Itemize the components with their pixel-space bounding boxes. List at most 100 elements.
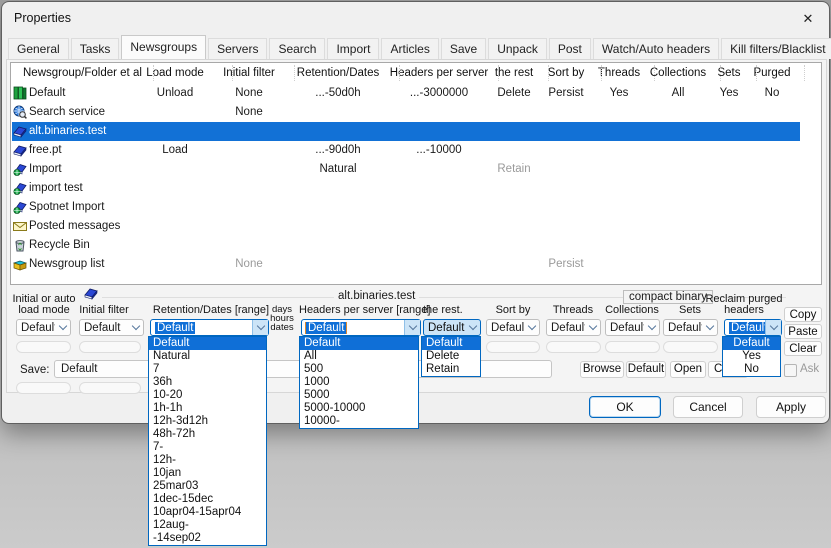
headers-dropdown-list[interactable]: DefaultAll500100050005000-1000010000- [299, 336, 419, 429]
tab-articles[interactable]: Articles [381, 38, 438, 59]
apply-button[interactable]: Apply [756, 396, 826, 418]
retention-dropdown-list[interactable]: DefaultNatural736h10-201h-1h12h-3d12h48h… [148, 336, 267, 546]
table-row[interactable]: import test [11, 179, 821, 198]
dropdown-item[interactable]: 1h-1h [149, 402, 266, 415]
column-header-collections[interactable]: Collections [650, 63, 706, 83]
tab-tasks[interactable]: Tasks [71, 38, 120, 59]
dropdown-item[interactable]: Natural [149, 350, 266, 363]
cell-retention: ...-90d0h [315, 141, 360, 160]
clear-button[interactable]: Clear [784, 341, 822, 356]
dropdown-item[interactable]: 10apr04-15apr04 [149, 506, 266, 519]
tab-general[interactable]: General [8, 38, 69, 59]
table-row[interactable]: free.ptLoad...-90d0h...-10000 [11, 141, 821, 160]
chevron-down-icon [465, 320, 480, 335]
headers-label: Headers per server [range] [299, 305, 423, 316]
table-row[interactable]: Posted messages [11, 217, 821, 236]
column-header-purged[interactable]: Purged [753, 63, 790, 83]
column-header-threads[interactable]: Threads [598, 63, 640, 83]
dropdown-item[interactable]: Delete [422, 350, 480, 363]
dropdown-item[interactable]: 48h-72h [149, 428, 266, 441]
dropdown-item[interactable]: All [300, 350, 418, 363]
dropdown-item[interactable]: 1000 [300, 376, 418, 389]
column-header-retention[interactable]: Retention/Dates [297, 63, 379, 83]
reclaim-combobox[interactable]: Default [724, 319, 782, 336]
dropdown-item[interactable]: 10-20 [149, 389, 266, 402]
header-separator [756, 65, 757, 81]
title-bar[interactable]: Properties ✕ [4, 4, 829, 36]
the-rest-dropdown-list[interactable]: DefaultDeleteRetain [421, 336, 481, 377]
column-header-initial_filter[interactable]: Initial filter [223, 63, 275, 83]
table-row[interactable]: ImportNaturalRetain [11, 160, 821, 179]
load-mode-label: Initial or auto load mode [12, 294, 76, 315]
tab-unpack[interactable]: Unpack [488, 38, 547, 59]
column-header-headers[interactable]: Headers per server [390, 63, 488, 83]
cell-sets: Yes [720, 84, 739, 103]
column-header-sort_by[interactable]: Sort by [548, 63, 584, 83]
dropdown-item[interactable]: 10000- [300, 415, 418, 428]
tab-newsgroups[interactable]: Newsgroups [121, 35, 206, 59]
reclaim-dropdown-list[interactable]: DefaultYesNo [722, 336, 781, 377]
newsgroup-table[interactable]: Newsgroup/Folder et alLoad mode Initial f… [10, 62, 822, 285]
table-row[interactable]: Search serviceNone [11, 103, 821, 122]
retention-combobox[interactable]: Default [150, 319, 269, 336]
tab-servers[interactable]: Servers [208, 38, 267, 59]
collections-combobox[interactable]: Default [605, 319, 660, 336]
dropdown-item[interactable]: 7 [149, 363, 266, 376]
chevron-down-icon [128, 320, 143, 335]
tab-watch-auto-headers[interactable]: Watch/Auto headers [593, 38, 719, 59]
dropdown-item[interactable]: 12aug- [149, 519, 266, 532]
load-mode-combobox[interactable]: Default [16, 319, 71, 336]
envelope-icon [13, 219, 27, 233]
tab-kill-filters-blacklist[interactable]: Kill filters/Blacklist [721, 38, 831, 59]
table-row[interactable]: Spotnet Import [11, 198, 821, 217]
newsgroup-name: Default [29, 84, 65, 103]
copy-button[interactable]: Copy [784, 307, 822, 322]
headers-combobox[interactable]: Default [301, 319, 421, 336]
threads-combobox[interactable]: Default [546, 319, 601, 336]
table-row[interactable]: Newsgroup listNonePersist [11, 255, 821, 274]
table-row[interactable]: Recycle Bin [11, 236, 821, 255]
tab-search[interactable]: Search [269, 38, 325, 59]
dropdown-item[interactable]: -14sep02 [149, 532, 266, 545]
close-icon[interactable]: ✕ [799, 10, 817, 28]
browse-button[interactable]: Browse [580, 361, 624, 378]
sort-by-combobox[interactable]: Default [486, 319, 540, 336]
header-separator [720, 65, 721, 81]
dropdown-item[interactable]: Yes [723, 350, 780, 363]
search-globe-icon [13, 105, 27, 119]
dropdown-item[interactable]: Default [422, 337, 480, 350]
collections-value: Default [606, 322, 644, 334]
paste-button[interactable]: Paste [784, 324, 822, 339]
ok-button[interactable]: OK [589, 396, 661, 418]
dropdown-item[interactable]: 5000 [300, 389, 418, 402]
dropdown-item[interactable]: 36h [149, 376, 266, 389]
dropdown-item[interactable]: Retain [422, 363, 480, 376]
open-button[interactable]: Open [670, 361, 706, 378]
default-button[interactable]: Default [626, 361, 666, 378]
tab-import[interactable]: Import [327, 38, 379, 59]
dropdown-item[interactable]: 7- [149, 441, 266, 454]
the-rest-combobox[interactable]: Default [423, 319, 481, 336]
dropdown-item[interactable]: 25mar03 [149, 480, 266, 493]
column-header-load_mode[interactable]: Load mode [146, 63, 204, 83]
table-row[interactable]: alt.binaries.test [11, 122, 821, 141]
sets-combobox[interactable]: Default [663, 319, 718, 336]
dropdown-item[interactable]: 5000-10000 [300, 402, 418, 415]
dropdown-item[interactable]: 12h- [149, 454, 266, 467]
dropdown-item[interactable]: 10jan [149, 467, 266, 480]
dropdown-item[interactable]: Default [149, 337, 266, 350]
dropdown-item[interactable]: 12h-3d12h [149, 415, 266, 428]
column-header-the_rest[interactable]: the rest [495, 63, 533, 83]
dropdown-item[interactable]: 500 [300, 363, 418, 376]
column-header-name[interactable]: Newsgroup/Folder et al [23, 63, 142, 83]
tab-save[interactable]: Save [441, 38, 486, 59]
dropdown-item[interactable]: 1dec-15dec [149, 493, 266, 506]
dropdown-item[interactable]: Default [723, 337, 780, 350]
dropdown-item[interactable]: No [723, 363, 780, 376]
initial-filter-combobox[interactable]: Default [79, 319, 144, 336]
sort-by-value: Default [487, 322, 524, 334]
tab-post[interactable]: Post [549, 38, 591, 59]
table-row[interactable]: DefaultUnloadNone...-50d0h...-3000000Del… [11, 84, 821, 103]
cancel-button[interactable]: Cancel [673, 396, 743, 418]
dropdown-item[interactable]: Default [300, 337, 418, 350]
